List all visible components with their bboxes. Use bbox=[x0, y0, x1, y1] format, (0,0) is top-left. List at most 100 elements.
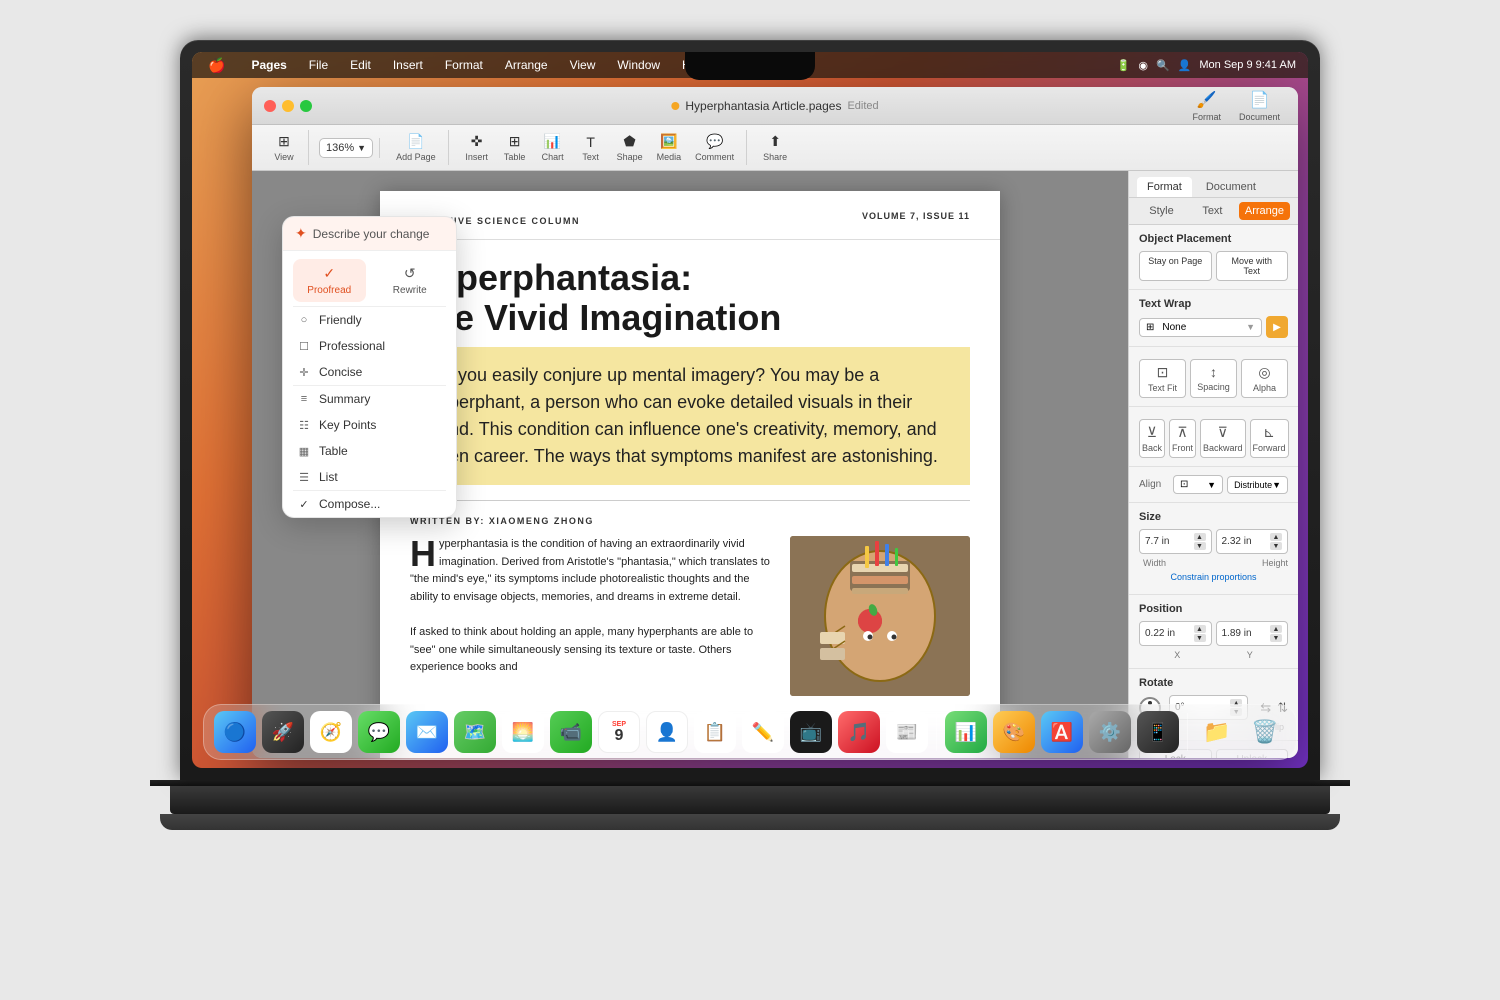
wrap-color-btn[interactable]: ▶ bbox=[1266, 316, 1288, 338]
ai-rewrite-tab[interactable]: ↺ Rewrite bbox=[374, 259, 447, 302]
backward-button[interactable]: ⊽ Backward bbox=[1200, 419, 1246, 458]
format-menu[interactable]: Format bbox=[441, 56, 487, 74]
x-input[interactable]: 0.22 in ▲ ▼ bbox=[1139, 621, 1212, 646]
height-down-btn[interactable]: ▼ bbox=[1270, 542, 1282, 550]
y-down-btn[interactable]: ▼ bbox=[1270, 634, 1282, 642]
minimize-button[interactable] bbox=[282, 100, 294, 112]
document-toggle-button[interactable]: 📄 Document bbox=[1233, 87, 1286, 125]
news-icon[interactable]: 📰 bbox=[886, 711, 928, 753]
move-with-text-button[interactable]: Move with Text bbox=[1216, 251, 1289, 281]
launchpad-icon[interactable]: 🚀 bbox=[262, 711, 304, 753]
system-prefs-icon[interactable]: ⚙️ bbox=[1089, 711, 1131, 753]
chart-button[interactable]: 📊 Chart bbox=[535, 130, 571, 165]
back-button[interactable]: ⊻ Back bbox=[1139, 419, 1165, 458]
width-stepper[interactable]: ▲ ▼ bbox=[1194, 533, 1206, 550]
freeform-icon[interactable]: ✏️ bbox=[742, 711, 784, 753]
edit-menu[interactable]: Edit bbox=[346, 56, 375, 74]
app-name-menu[interactable]: Pages bbox=[247, 56, 290, 74]
forward-button[interactable]: ⊾ Forward bbox=[1250, 419, 1289, 458]
shape-button[interactable]: ⬟ Shape bbox=[611, 130, 649, 165]
y-up-btn[interactable]: ▲ bbox=[1270, 625, 1282, 633]
contacts-icon[interactable]: 👤 bbox=[646, 711, 688, 753]
alpha-button[interactable]: ◎ Alpha bbox=[1241, 359, 1288, 398]
y-stepper[interactable]: ▲ ▼ bbox=[1270, 625, 1282, 642]
spacing-button[interactable]: ↕ Spacing bbox=[1190, 359, 1237, 398]
iphone-mirroring-icon[interactable]: 📱 bbox=[1137, 711, 1179, 753]
style-tab[interactable]: Style bbox=[1137, 202, 1186, 220]
width-input[interactable]: 7.7 in ▲ ▼ bbox=[1139, 529, 1212, 554]
distribute-selector[interactable]: Distribute ▼ bbox=[1227, 476, 1288, 494]
add-page-button[interactable]: 📄 Add Page bbox=[390, 130, 442, 165]
reminders-icon[interactable]: 📋 bbox=[694, 711, 736, 753]
ai-professional-item[interactable]: ☐ Professional bbox=[283, 333, 456, 359]
messages-icon[interactable]: 💬 bbox=[358, 711, 400, 753]
keynote-icon[interactable]: 🎨 bbox=[993, 711, 1035, 753]
finder-icon[interactable]: 🔵 bbox=[214, 711, 256, 753]
document-area[interactable]: ✦ Describe your change ✓ Proofread bbox=[252, 171, 1128, 758]
text-fit-section: ⊡ Text Fit ↕ Spacing ◎ A bbox=[1129, 347, 1298, 407]
format-tab[interactable]: Format bbox=[1137, 177, 1192, 197]
article-title[interactable]: Hyperphantasia: The Vivid Imagination bbox=[380, 250, 1000, 347]
table-button[interactable]: ⊞ Table bbox=[497, 130, 533, 165]
ai-proofread-tab[interactable]: ✓ Proofread bbox=[293, 259, 366, 302]
maximize-button[interactable] bbox=[300, 100, 312, 112]
apple-menu[interactable]: 🍎 bbox=[204, 55, 229, 76]
article-text[interactable]: Hyperphantasia is the condition of havin… bbox=[410, 536, 775, 696]
ai-list-item[interactable]: ☰ List bbox=[283, 464, 456, 490]
media-button[interactable]: 🖼️ Media bbox=[651, 130, 688, 165]
x-stepper[interactable]: ▲ ▼ bbox=[1194, 625, 1206, 642]
align-selector[interactable]: ⊡ ▼ bbox=[1173, 475, 1223, 494]
arrange-menu[interactable]: Arrange bbox=[501, 56, 552, 74]
insert-menu[interactable]: Insert bbox=[389, 56, 427, 74]
trash-icon[interactable]: 🗑️ bbox=[1244, 711, 1286, 753]
constrain-proportions-link[interactable]: Constrain proportions bbox=[1139, 572, 1288, 582]
forward-icon: ⊾ bbox=[1263, 424, 1275, 441]
front-button[interactable]: ⊼ Front bbox=[1169, 419, 1196, 458]
article-highlight[interactable]: Do you easily conjure up mental imagery?… bbox=[410, 347, 970, 485]
ai-compose-item[interactable]: Compose... bbox=[283, 491, 456, 517]
numbers-icon[interactable]: 📊 bbox=[945, 711, 987, 753]
facetime-icon[interactable]: 📹 bbox=[550, 711, 592, 753]
zoom-button[interactable]: 136% ▼ bbox=[319, 138, 373, 158]
share-group: ⬆ Share bbox=[751, 130, 799, 165]
window-menu[interactable]: Window bbox=[613, 56, 664, 74]
height-input[interactable]: 2.32 in ▲ ▼ bbox=[1216, 529, 1289, 554]
stay-on-page-button[interactable]: Stay on Page bbox=[1139, 251, 1212, 281]
ai-table-item[interactable]: ▦ Table bbox=[283, 438, 456, 464]
appstore-icon[interactable]: 🅰️ bbox=[1041, 711, 1083, 753]
mail-icon[interactable]: ✉️ bbox=[406, 711, 448, 753]
height-up-btn[interactable]: ▲ bbox=[1270, 533, 1282, 541]
music-icon[interactable]: 🎵 bbox=[838, 711, 880, 753]
x-down-btn[interactable]: ▼ bbox=[1194, 634, 1206, 642]
maps-icon[interactable]: 🗺️ bbox=[454, 711, 496, 753]
format-toggle-button[interactable]: 🖌️ Format bbox=[1186, 87, 1227, 125]
height-stepper[interactable]: ▲ ▼ bbox=[1270, 533, 1282, 550]
width-up-btn[interactable]: ▲ bbox=[1194, 533, 1206, 541]
wrap-selector[interactable]: ⊞ None ▼ bbox=[1139, 318, 1262, 337]
ai-keypoints-item[interactable]: ☷ Key Points bbox=[283, 412, 456, 438]
text-fit-button[interactable]: ⊡ Text Fit bbox=[1139, 359, 1186, 398]
file-menu[interactable]: File bbox=[305, 56, 332, 74]
document-tab[interactable]: Document bbox=[1196, 177, 1266, 197]
x-up-btn[interactable]: ▲ bbox=[1194, 625, 1206, 633]
insert-button[interactable]: ✜ Insert bbox=[459, 130, 495, 165]
safari-icon[interactable]: 🧭 bbox=[310, 711, 352, 753]
arrange-tab[interactable]: Arrange bbox=[1239, 202, 1290, 220]
share-button[interactable]: ⬆ Share bbox=[757, 130, 793, 165]
downloads-folder-icon[interactable]: 📁 bbox=[1196, 711, 1238, 753]
ai-concise-item[interactable]: ✛ Concise bbox=[283, 359, 456, 385]
photos-icon[interactable]: 🌅 bbox=[502, 711, 544, 753]
appletv-icon[interactable]: 📺 bbox=[790, 711, 832, 753]
ai-summary-item[interactable]: ≡ Summary bbox=[283, 386, 456, 412]
ai-friendly-item[interactable]: ○ Friendly bbox=[283, 307, 456, 333]
view-button[interactable]: ⊞ View bbox=[266, 130, 302, 165]
y-input[interactable]: 1.89 in ▲ ▼ bbox=[1216, 621, 1289, 646]
calendar-icon[interactable]: SEP 9 bbox=[598, 711, 640, 753]
text-button[interactable]: T Text bbox=[573, 131, 609, 165]
text-tab[interactable]: Text bbox=[1188, 202, 1237, 220]
view-menu[interactable]: View bbox=[566, 56, 600, 74]
close-button[interactable] bbox=[264, 100, 276, 112]
search-menubar-icon[interactable]: 🔍 bbox=[1156, 59, 1170, 72]
comment-button[interactable]: 💬 Comment bbox=[689, 130, 740, 165]
width-down-btn[interactable]: ▼ bbox=[1194, 542, 1206, 550]
